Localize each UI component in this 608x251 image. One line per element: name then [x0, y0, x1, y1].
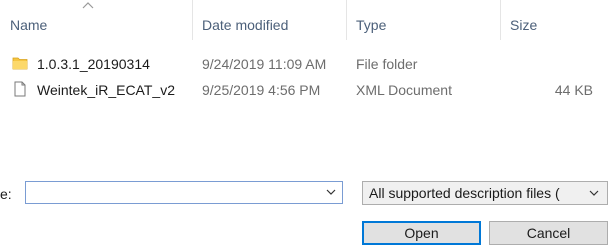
- file-name-input[interactable]: [30, 183, 324, 205]
- open-button[interactable]: Open: [362, 221, 481, 245]
- chevron-down-icon[interactable]: [326, 188, 336, 196]
- folder-icon: [12, 57, 28, 70]
- file-list-item[interactable]: Weintek_iR_ECAT_v2 9/25/2019 4:56 PM XML…: [0, 78, 608, 100]
- file-type: XML Document: [356, 82, 452, 98]
- document-icon: [14, 81, 26, 97]
- column-divider[interactable]: [192, 0, 193, 40]
- file-type-selected: All supported description files (: [369, 185, 560, 201]
- file-type: File folder: [356, 56, 418, 72]
- cancel-button[interactable]: Cancel: [489, 221, 608, 245]
- file-size: 44 KB: [554, 82, 593, 98]
- file-name: 1.0.3.1_20190314: [37, 56, 150, 72]
- file-date-modified: 9/25/2019 4:56 PM: [202, 82, 321, 98]
- column-header-bar: Name Date modified Type Size: [0, 0, 608, 40]
- column-header-date-modified[interactable]: Date modified: [202, 17, 288, 33]
- file-name: Weintek_iR_ECAT_v2: [37, 82, 175, 98]
- file-name-label: e:: [0, 186, 12, 202]
- chevron-down-icon[interactable]: [589, 189, 599, 197]
- column-header-type[interactable]: Type: [356, 17, 386, 33]
- column-header-name[interactable]: Name: [10, 17, 47, 33]
- sort-ascending-icon[interactable]: [81, 0, 95, 10]
- file-list-item[interactable]: 1.0.3.1_20190314 9/24/2019 11:09 AM File…: [0, 52, 608, 74]
- column-divider[interactable]: [346, 0, 347, 40]
- file-name-combobox[interactable]: [25, 181, 343, 205]
- file-type-dropdown[interactable]: All supported description files (: [362, 181, 608, 205]
- column-header-size[interactable]: Size: [510, 17, 537, 33]
- column-divider[interactable]: [500, 0, 501, 40]
- file-date-modified: 9/24/2019 11:09 AM: [202, 56, 327, 72]
